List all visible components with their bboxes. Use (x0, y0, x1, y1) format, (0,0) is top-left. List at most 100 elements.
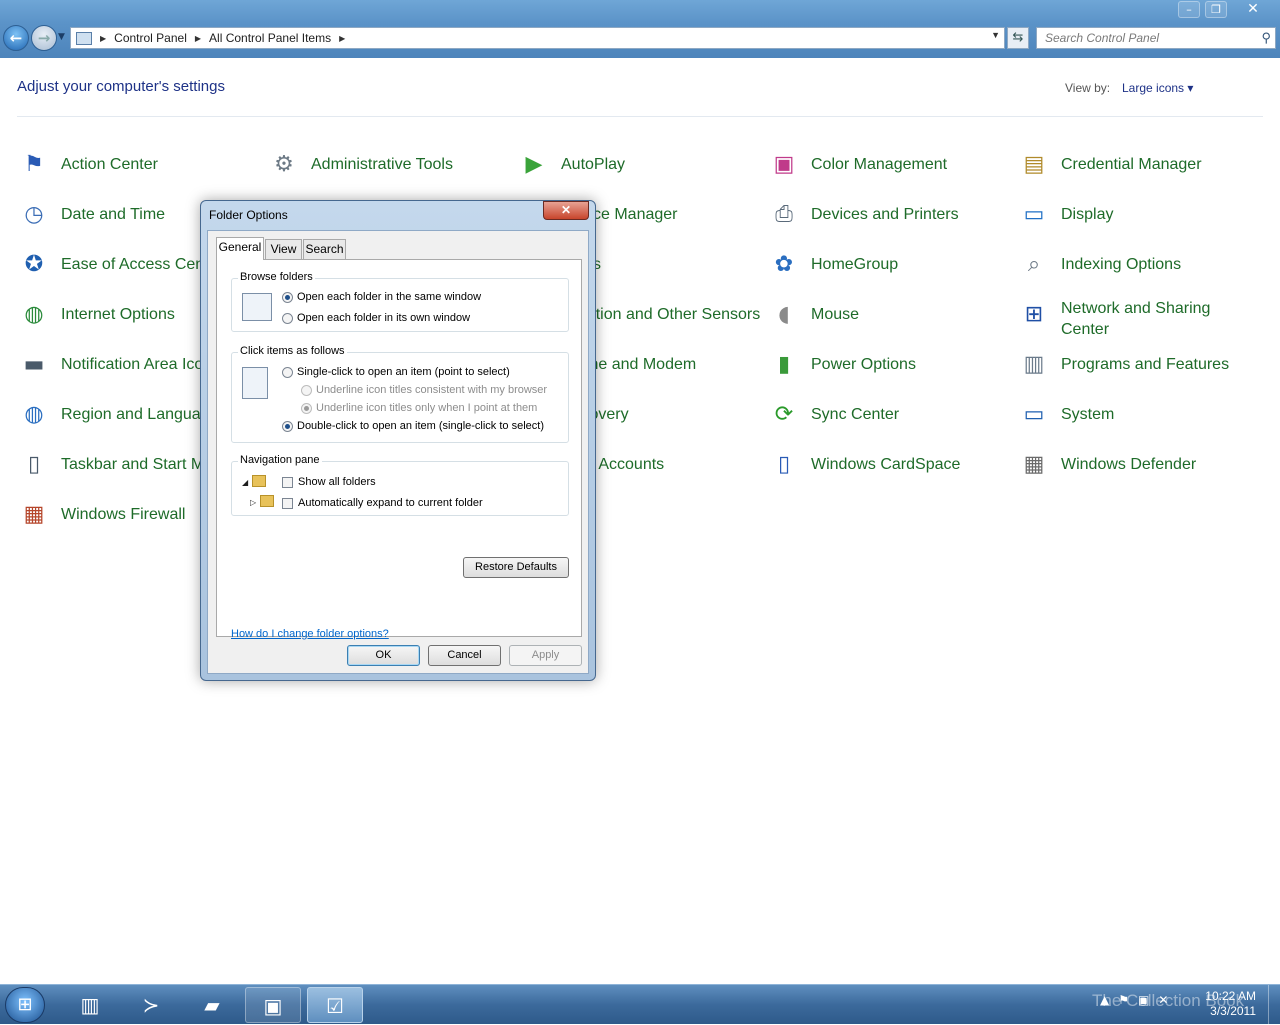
folder-options-dialog: Folder Options ✕ General View Search Bro… (200, 200, 596, 681)
taskbar-folder-options-icon[interactable]: ☑ (307, 987, 363, 1023)
browse-folders-icon (242, 293, 272, 321)
group-title: Click items as follows (238, 345, 347, 357)
cp-item-devices-and-printers[interactable]: ⎙ Devices and Printers (767, 198, 1007, 242)
cp-item-label: Notification Area Icons (61, 356, 221, 373)
cp-item-display[interactable]: ▭ Display (1017, 198, 1257, 242)
cp-item-indexing-options[interactable]: ⌕ Indexing Options (1017, 248, 1257, 292)
radio-single-click[interactable]: Single-click to open an item (point to s… (282, 366, 510, 378)
cp-item-credential-manager[interactable]: ▤ Credential Manager (1017, 148, 1257, 192)
search-input[interactable]: Search Control Panel ⚲ (1036, 27, 1276, 49)
programs-icon: ▥ (1023, 352, 1045, 377)
radio-icon[interactable] (282, 291, 293, 303)
radio-same-window[interactable]: Open each folder in the same window (282, 291, 481, 303)
control-panel-icon (76, 31, 92, 45)
radio-own-window[interactable]: Open each folder in its own window (282, 312, 470, 324)
taskbar-control-panel-icon[interactable]: ▣ (245, 987, 301, 1023)
minimize-button[interactable]: – (1178, 1, 1200, 18)
option-label: Show all folders (298, 476, 376, 488)
breadcrumb-separator-icon[interactable]: ▶ (339, 34, 345, 43)
show-desktop-button[interactable] (1268, 985, 1280, 1025)
checkbox-icon[interactable] (282, 497, 293, 509)
defender-wall-icon: ▦ (1023, 452, 1045, 477)
address-bar[interactable]: ▶ Control Panel ▶ All Control Panel Item… (70, 27, 1005, 49)
radio-underline-browser[interactable]: Underline icon titles consistent with my… (301, 384, 547, 396)
back-button[interactable]: ← (3, 25, 29, 51)
taskbar-server-manager-icon[interactable]: ▥ (62, 987, 118, 1023)
apply-button[interactable]: Apply (509, 645, 582, 666)
explorer-titlebar: – ❐ ✕ ← → ▼ ▶ Control Panel ▶ All Contro… (0, 0, 1280, 58)
search-icon[interactable]: ⚲ (1261, 28, 1271, 48)
start-button[interactable]: ⊞ (5, 987, 45, 1023)
tree-collapsed-icon: ▷ (250, 498, 257, 507)
header-divider (17, 116, 1263, 117)
cp-item-windows-defender[interactable]: ▦ Windows Defender (1017, 448, 1257, 492)
browse-folders-group: Browse folders Open each folder in the s… (231, 271, 569, 332)
cp-item-label: Mouse (811, 306, 860, 323)
breadcrumb-all-items[interactable]: All Control Panel Items (209, 31, 331, 45)
tab-view[interactable]: View (265, 239, 302, 259)
calendar-clock-icon: ◷ (24, 202, 44, 227)
radio-icon[interactable] (301, 384, 312, 396)
cp-item-autoplay[interactable]: ▶ AutoPlay (517, 148, 757, 192)
recent-pages-dropdown-icon[interactable]: ▼ (58, 32, 65, 42)
breadcrumb-control-panel[interactable]: Control Panel (114, 31, 187, 45)
notification-area-icon: ▬ (23, 352, 45, 377)
close-window-button[interactable]: ✕ (1233, 1, 1273, 18)
cp-item-action-center[interactable]: ⚑ Action Center (17, 148, 257, 192)
cp-item-sync-center[interactable]: ⟳ Sync Center (767, 398, 1007, 442)
taskbar: ⊞ ▥ ≻ ▰ ▣ ☑ The Collection Book ▲⚑▣✕ 10:… (0, 984, 1280, 1025)
display-icon: ▭ (1023, 202, 1045, 227)
clock-time: 10:22 AM (1205, 989, 1256, 1003)
checkbox-auto-expand[interactable]: Automatically expand to current folder (282, 497, 483, 509)
cp-item-label: Region and Language (61, 406, 219, 423)
radio-icon[interactable] (282, 420, 293, 432)
restore-defaults-button[interactable]: Restore Defaults (463, 557, 569, 578)
general-tab-panel: Browse folders Open each folder in the s… (216, 259, 582, 640)
cp-item-label: Devices and Printers (811, 206, 959, 223)
checkbox-icon[interactable] (282, 476, 293, 488)
cp-item-label: Indexing Options (1061, 256, 1182, 273)
radio-icon[interactable] (282, 312, 293, 324)
mouse-icon: ◖ (778, 302, 790, 327)
cp-item-label: Credential Manager (1061, 156, 1202, 173)
taskbar-explorer-icon[interactable]: ▰ (184, 987, 240, 1023)
system-tray-icons[interactable]: ▲⚑▣✕ (1100, 993, 1177, 1007)
cp-item-color-management[interactable]: ▣ Color Management (767, 148, 1007, 192)
radio-icon[interactable] (301, 402, 312, 414)
cp-item-label: AutoPlay (561, 156, 626, 173)
group-title: Navigation pane (238, 454, 322, 466)
cp-item-windows-cardspace[interactable]: ▯ Windows CardSpace (767, 448, 1007, 492)
cp-item-power-options[interactable]: ▮ Power Options (767, 348, 1007, 392)
help-link[interactable]: How do I change folder options? (231, 628, 389, 640)
cancel-button[interactable]: Cancel (428, 645, 501, 666)
taskbar-powershell-icon[interactable]: ≻ (123, 987, 179, 1023)
page-title: Adjust your computer's settings (17, 78, 225, 95)
cp-item-programs-and-features[interactable]: ▥ Programs and Features (1017, 348, 1257, 392)
cp-item-system[interactable]: ▭ System (1017, 398, 1257, 442)
refresh-button[interactable]: ⇆ (1007, 27, 1029, 49)
dialog-body: General View Search Browse folders Open … (207, 230, 589, 674)
cp-item-label: Power Options (811, 356, 916, 373)
maximize-button[interactable]: ❐ (1205, 1, 1227, 18)
ok-button[interactable]: OK (347, 645, 420, 666)
radio-icon[interactable] (282, 366, 293, 378)
address-dropdown-icon[interactable]: ▼ (991, 30, 1000, 40)
radio-double-click[interactable]: Double-click to open an item (single-cli… (282, 420, 544, 432)
cp-item-network-and-sharing-center[interactable]: ⊞ Network and Sharing Center (1017, 298, 1257, 342)
battery-icon: ▮ (777, 352, 791, 377)
checkbox-show-all-folders[interactable]: Show all folders (282, 476, 376, 488)
globe-icon: ◍ (24, 302, 44, 327)
clock[interactable]: 10:22 AM 3/3/2011 (1196, 989, 1256, 1019)
breadcrumb-separator-icon[interactable]: ▶ (195, 34, 201, 43)
cp-item-label: Sync Center (811, 406, 900, 423)
tab-general[interactable]: General (216, 237, 264, 260)
view-by-dropdown[interactable]: Large icons ▾ (1122, 81, 1193, 95)
forward-button[interactable]: → (31, 25, 57, 51)
breadcrumb-separator-icon[interactable]: ▶ (100, 34, 106, 43)
radio-underline-point[interactable]: Underline icon titles only when I point … (301, 402, 537, 414)
cp-item-mouse[interactable]: ◖ Mouse (767, 298, 1007, 342)
cp-item-administrative-tools[interactable]: ⚙ Administrative Tools (267, 148, 507, 192)
tab-search[interactable]: Search (303, 239, 346, 259)
dialog-close-button[interactable]: ✕ (543, 201, 589, 220)
cp-item-homegroup[interactable]: ✿ HomeGroup (767, 248, 1007, 292)
